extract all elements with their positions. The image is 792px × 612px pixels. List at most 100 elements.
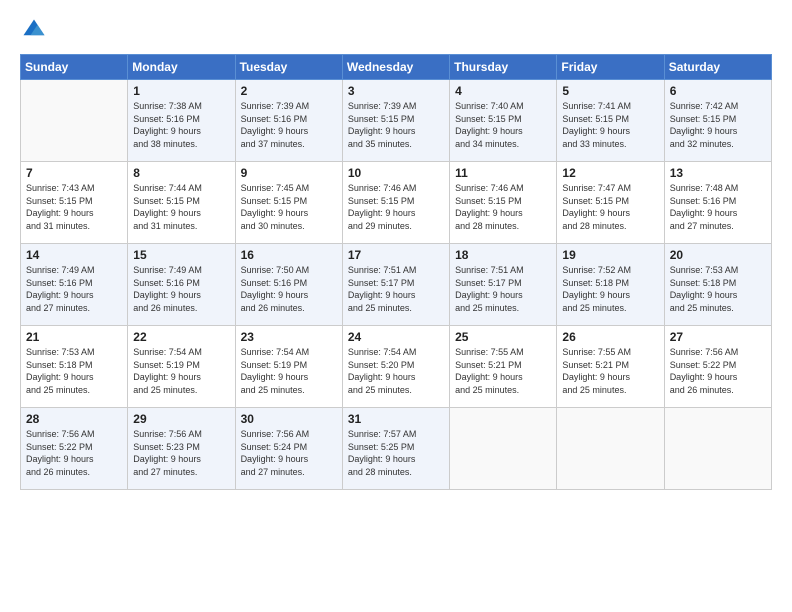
day-info: Sunrise: 7:54 AM Sunset: 5:20 PM Dayligh… (348, 346, 444, 396)
day-info: Sunrise: 7:45 AM Sunset: 5:15 PM Dayligh… (241, 182, 337, 232)
day-number: 22 (133, 330, 229, 344)
day-number: 12 (562, 166, 658, 180)
day-cell: 22 Sunrise: 7:54 AM Sunset: 5:19 PM Dayli… (128, 326, 235, 408)
day-info: Sunrise: 7:54 AM Sunset: 5:19 PM Dayligh… (241, 346, 337, 396)
day-cell: 25 Sunrise: 7:55 AM Sunset: 5:21 PM Dayli… (450, 326, 557, 408)
header-cell-tuesday: Tuesday (235, 55, 342, 80)
day-number: 25 (455, 330, 551, 344)
header-cell-thursday: Thursday (450, 55, 557, 80)
day-number: 16 (241, 248, 337, 262)
day-number: 24 (348, 330, 444, 344)
day-info: Sunrise: 7:50 AM Sunset: 5:16 PM Dayligh… (241, 264, 337, 314)
day-info: Sunrise: 7:56 AM Sunset: 5:22 PM Dayligh… (670, 346, 766, 396)
day-info: Sunrise: 7:56 AM Sunset: 5:22 PM Dayligh… (26, 428, 122, 478)
day-cell: 1Sunrise: 7:38 AM Sunset: 5:16 PM Daylig… (128, 80, 235, 162)
day-cell: 14 Sunrise: 7:49 AM Sunset: 5:16 PM Dayli… (21, 244, 128, 326)
day-info: Sunrise: 7:48 AM Sunset: 5:16 PM Dayligh… (670, 182, 766, 232)
day-number: 27 (670, 330, 766, 344)
day-info: Sunrise: 7:56 AM Sunset: 5:24 PM Dayligh… (241, 428, 337, 478)
day-number: 29 (133, 412, 229, 426)
day-info: Sunrise: 7:39 AM Sunset: 5:15 PM Dayligh… (348, 100, 444, 150)
day-cell: 30 Sunrise: 7:56 AM Sunset: 5:24 PM Dayli… (235, 408, 342, 490)
header-cell-wednesday: Wednesday (342, 55, 449, 80)
day-cell: 9Sunrise: 7:45 AM Sunset: 5:15 PM Daylig… (235, 162, 342, 244)
day-number: 5 (562, 84, 658, 98)
day-cell: 2 Sunrise: 7:39 AM Sunset: 5:16 PM Daylig… (235, 80, 342, 162)
header-cell-sunday: Sunday (21, 55, 128, 80)
calendar-body: 1Sunrise: 7:38 AM Sunset: 5:16 PM Daylig… (21, 80, 772, 490)
day-info: Sunrise: 7:40 AM Sunset: 5:15 PM Dayligh… (455, 100, 551, 150)
day-cell (557, 408, 664, 490)
day-number: 15 (133, 248, 229, 262)
day-info: Sunrise: 7:53 AM Sunset: 5:18 PM Dayligh… (26, 346, 122, 396)
day-cell: 27 Sunrise: 7:56 AM Sunset: 5:22 PM Dayli… (664, 326, 771, 408)
day-cell: 15Sunrise: 7:49 AM Sunset: 5:16 PM Dayli… (128, 244, 235, 326)
day-cell (664, 408, 771, 490)
day-cell: 19 Sunrise: 7:52 AM Sunset: 5:18 PM Dayli… (557, 244, 664, 326)
day-info: Sunrise: 7:52 AM Sunset: 5:18 PM Dayligh… (562, 264, 658, 314)
day-info: Sunrise: 7:54 AM Sunset: 5:19 PM Dayligh… (133, 346, 229, 396)
day-cell: 23 Sunrise: 7:54 AM Sunset: 5:19 PM Dayli… (235, 326, 342, 408)
day-number: 26 (562, 330, 658, 344)
calendar-table: SundayMondayTuesdayWednesdayThursdayFrid… (20, 54, 772, 490)
day-cell: 5 Sunrise: 7:41 AM Sunset: 5:15 PM Daylig… (557, 80, 664, 162)
day-number: 19 (562, 248, 658, 262)
day-cell: 21 Sunrise: 7:53 AM Sunset: 5:18 PM Dayli… (21, 326, 128, 408)
day-cell: 28 Sunrise: 7:56 AM Sunset: 5:22 PM Dayli… (21, 408, 128, 490)
day-cell: 7Sunrise: 7:43 AM Sunset: 5:15 PM Daylig… (21, 162, 128, 244)
header-cell-monday: Monday (128, 55, 235, 80)
day-info: Sunrise: 7:53 AM Sunset: 5:18 PM Dayligh… (670, 264, 766, 314)
week-row-1: 1Sunrise: 7:38 AM Sunset: 5:16 PM Daylig… (21, 80, 772, 162)
day-info: Sunrise: 7:47 AM Sunset: 5:15 PM Dayligh… (562, 182, 658, 232)
day-info: Sunrise: 7:46 AM Sunset: 5:15 PM Dayligh… (455, 182, 551, 232)
week-row-4: 21 Sunrise: 7:53 AM Sunset: 5:18 PM Dayli… (21, 326, 772, 408)
day-number: 1 (133, 84, 229, 98)
day-info: Sunrise: 7:51 AM Sunset: 5:17 PM Dayligh… (348, 264, 444, 314)
day-cell: 31 Sunrise: 7:57 AM Sunset: 5:25 PM Dayli… (342, 408, 449, 490)
header (20, 16, 772, 44)
day-info: Sunrise: 7:57 AM Sunset: 5:25 PM Dayligh… (348, 428, 444, 478)
day-info: Sunrise: 7:55 AM Sunset: 5:21 PM Dayligh… (562, 346, 658, 396)
day-number: 14 (26, 248, 122, 262)
day-info: Sunrise: 7:43 AM Sunset: 5:15 PM Dayligh… (26, 182, 122, 232)
day-cell: 24 Sunrise: 7:54 AM Sunset: 5:20 PM Dayli… (342, 326, 449, 408)
day-number: 23 (241, 330, 337, 344)
logo-icon (20, 16, 48, 44)
logo (20, 16, 52, 44)
day-cell: 8Sunrise: 7:44 AM Sunset: 5:15 PM Daylig… (128, 162, 235, 244)
calendar-page: SundayMondayTuesdayWednesdayThursdayFrid… (0, 0, 792, 612)
day-number: 2 (241, 84, 337, 98)
day-number: 13 (670, 166, 766, 180)
day-number: 20 (670, 248, 766, 262)
day-info: Sunrise: 7:49 AM Sunset: 5:16 PM Dayligh… (26, 264, 122, 314)
day-cell: 12 Sunrise: 7:47 AM Sunset: 5:15 PM Dayli… (557, 162, 664, 244)
calendar-header: SundayMondayTuesdayWednesdayThursdayFrid… (21, 55, 772, 80)
day-number: 21 (26, 330, 122, 344)
day-number: 18 (455, 248, 551, 262)
day-info: Sunrise: 7:55 AM Sunset: 5:21 PM Dayligh… (455, 346, 551, 396)
day-number: 17 (348, 248, 444, 262)
day-info: Sunrise: 7:44 AM Sunset: 5:15 PM Dayligh… (133, 182, 229, 232)
day-info: Sunrise: 7:41 AM Sunset: 5:15 PM Dayligh… (562, 100, 658, 150)
day-number: 30 (241, 412, 337, 426)
day-info: Sunrise: 7:39 AM Sunset: 5:16 PM Dayligh… (241, 100, 337, 150)
day-info: Sunrise: 7:51 AM Sunset: 5:17 PM Dayligh… (455, 264, 551, 314)
week-row-3: 14 Sunrise: 7:49 AM Sunset: 5:16 PM Dayli… (21, 244, 772, 326)
day-cell: 16 Sunrise: 7:50 AM Sunset: 5:16 PM Dayli… (235, 244, 342, 326)
day-cell: 11 Sunrise: 7:46 AM Sunset: 5:15 PM Dayli… (450, 162, 557, 244)
header-cell-saturday: Saturday (664, 55, 771, 80)
week-row-5: 28 Sunrise: 7:56 AM Sunset: 5:22 PM Dayli… (21, 408, 772, 490)
day-cell: 26 Sunrise: 7:55 AM Sunset: 5:21 PM Dayli… (557, 326, 664, 408)
header-row: SundayMondayTuesdayWednesdayThursdayFrid… (21, 55, 772, 80)
header-cell-friday: Friday (557, 55, 664, 80)
week-row-2: 7Sunrise: 7:43 AM Sunset: 5:15 PM Daylig… (21, 162, 772, 244)
day-cell: 6Sunrise: 7:42 AM Sunset: 5:15 PM Daylig… (664, 80, 771, 162)
day-cell: 13 Sunrise: 7:48 AM Sunset: 5:16 PM Dayli… (664, 162, 771, 244)
day-number: 31 (348, 412, 444, 426)
day-number: 11 (455, 166, 551, 180)
day-number: 28 (26, 412, 122, 426)
day-cell: 4Sunrise: 7:40 AM Sunset: 5:15 PM Daylig… (450, 80, 557, 162)
day-cell (21, 80, 128, 162)
day-info: Sunrise: 7:46 AM Sunset: 5:15 PM Dayligh… (348, 182, 444, 232)
day-info: Sunrise: 7:42 AM Sunset: 5:15 PM Dayligh… (670, 100, 766, 150)
